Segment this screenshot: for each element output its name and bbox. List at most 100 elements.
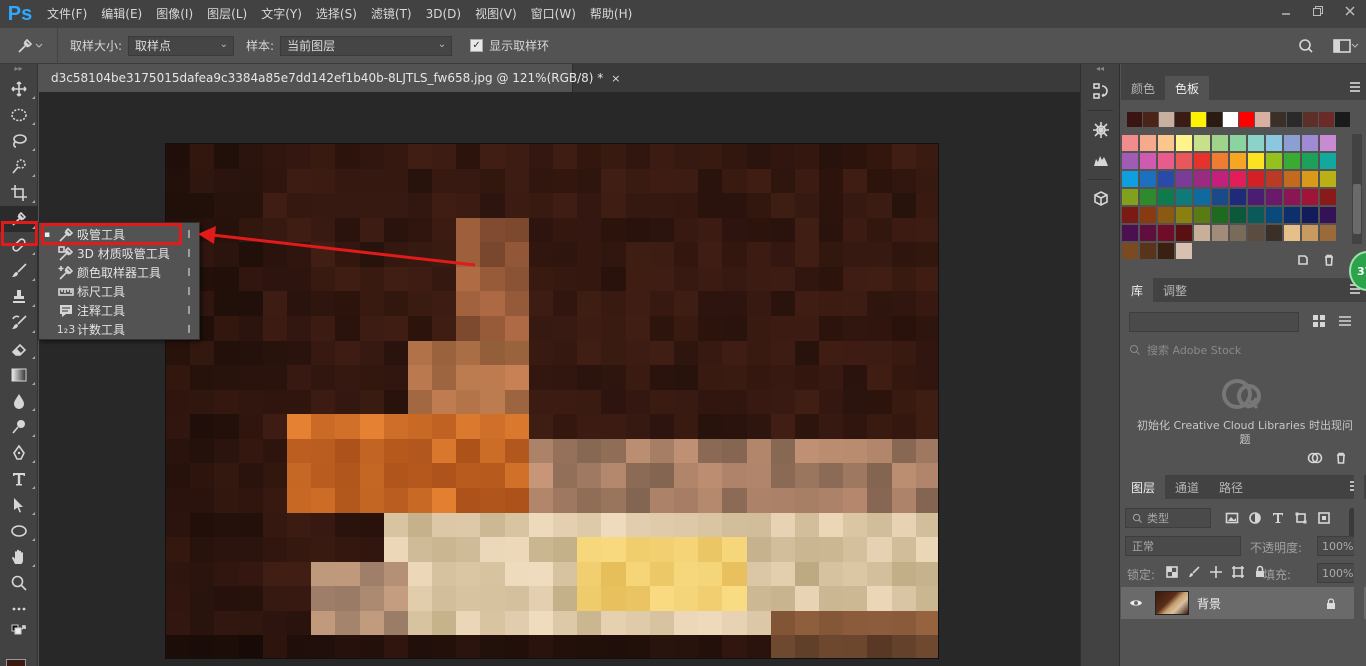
swatch[interactable] (1121, 152, 1139, 170)
swatch[interactable] (1229, 152, 1247, 170)
swatch[interactable] (1207, 112, 1222, 127)
move-tool[interactable] (0, 76, 38, 102)
ellipse-tool[interactable] (0, 518, 38, 544)
swatch[interactable] (1303, 112, 1318, 127)
swatch[interactable] (1247, 134, 1265, 152)
swatch[interactable] (1193, 170, 1211, 188)
swatch[interactable] (1211, 206, 1229, 224)
pen-tool[interactable] (0, 440, 38, 466)
type-filter-icon[interactable] (1271, 511, 1285, 525)
sample-size-select[interactable]: 取样点 ⌄ (128, 35, 235, 56)
swatch[interactable] (1121, 242, 1139, 260)
swatch[interactable] (1175, 188, 1193, 206)
menu-filter[interactable]: 滤镜(T) (364, 0, 419, 28)
swatch[interactable] (1319, 188, 1337, 206)
swatch[interactable] (1211, 152, 1229, 170)
flyout-ruler[interactable]: 标尺工具 I (39, 282, 199, 301)
swatch[interactable] (1193, 206, 1211, 224)
new-swatch-icon[interactable] (1297, 254, 1309, 266)
swatch[interactable] (1335, 112, 1350, 127)
menu-type[interactable]: 文字(Y) (254, 0, 309, 28)
history-brush-tool[interactable] (0, 310, 38, 336)
swatch[interactable] (1319, 224, 1337, 242)
grid-view-icon[interactable] (1311, 313, 1327, 329)
menu-layer[interactable]: 图层(L) (200, 0, 254, 28)
tab-swatches[interactable]: 色板 (1165, 76, 1210, 100)
tool-preset-picker[interactable] (0, 27, 58, 64)
swatch[interactable] (1239, 112, 1254, 127)
swatch[interactable] (1265, 134, 1283, 152)
swatch[interactable] (1283, 152, 1301, 170)
swatch[interactable] (1265, 206, 1283, 224)
swatch[interactable] (1159, 112, 1174, 127)
swatch[interactable] (1193, 224, 1211, 242)
swatch[interactable] (1247, 170, 1265, 188)
trash-icon[interactable] (1335, 452, 1347, 464)
histogram-panel-button[interactable] (1081, 145, 1121, 175)
eyedropper-tool[interactable] (0, 206, 38, 232)
swatch[interactable] (1283, 206, 1301, 224)
blend-mode-select[interactable]: 正常 (1125, 536, 1241, 556)
shape-filter-icon[interactable] (1294, 511, 1308, 525)
swatch[interactable] (1121, 224, 1139, 242)
menu-help[interactable]: 帮助(H) (583, 0, 639, 28)
lock-pixels-icon[interactable] (1187, 565, 1201, 579)
swatch[interactable] (1319, 152, 1337, 170)
swatch[interactable] (1229, 170, 1247, 188)
swatch[interactable] (1139, 170, 1157, 188)
cc-sync-icon[interactable] (1307, 452, 1323, 464)
swatch[interactable] (1283, 170, 1301, 188)
layer-filter-select[interactable]: 类型 (1125, 508, 1211, 528)
swatch[interactable] (1283, 134, 1301, 152)
menu-3d[interactable]: 3D(D) (419, 0, 468, 28)
marquee-tool[interactable] (0, 102, 38, 128)
edit-toolbar-button[interactable] (0, 596, 38, 622)
layers-scrollbar[interactable] (1354, 475, 1364, 666)
tab-adjustments[interactable]: 调整 (1153, 278, 1197, 302)
sample-select[interactable]: 当前图层 ⌄ (280, 35, 453, 56)
quick-selection-tool[interactable] (0, 154, 38, 180)
layer-row-background[interactable]: 背景 (1121, 587, 1366, 619)
swatch[interactable] (1229, 188, 1247, 206)
swatch[interactable] (1143, 112, 1158, 127)
menu-view[interactable]: 视图(V) (468, 0, 524, 28)
swatch[interactable] (1319, 206, 1337, 224)
close-tab-icon[interactable]: × (611, 72, 620, 85)
minimize-button[interactable] (1270, 0, 1302, 22)
flyout-eyedropper[interactable]: ▪ 吸管工具 I (39, 225, 199, 244)
swatch[interactable] (1211, 224, 1229, 242)
swatch[interactable] (1139, 206, 1157, 224)
swatch[interactable] (1191, 112, 1206, 127)
swatch[interactable] (1193, 188, 1211, 206)
swatch[interactable] (1265, 224, 1283, 242)
swatch[interactable] (1301, 134, 1319, 152)
list-view-icon[interactable] (1337, 313, 1353, 329)
panel-grip[interactable]: ◂◂ (1081, 64, 1119, 76)
zoom-tool[interactable] (0, 570, 38, 596)
swatch[interactable] (1121, 134, 1139, 152)
swatch[interactable] (1319, 112, 1334, 127)
swatch[interactable] (1121, 206, 1139, 224)
lasso-tool[interactable] (0, 128, 38, 154)
dodge-tool[interactable] (0, 414, 38, 440)
swatch[interactable] (1223, 112, 1238, 127)
crop-tool[interactable] (0, 180, 38, 206)
swatch[interactable] (1287, 112, 1302, 127)
flyout-note[interactable]: 注释工具 I (39, 301, 199, 320)
swatch[interactable] (1301, 170, 1319, 188)
swatch[interactable] (1157, 134, 1175, 152)
swatch[interactable] (1319, 170, 1337, 188)
path-selection-tool[interactable] (0, 492, 38, 518)
workspace-switcher[interactable] (1326, 39, 1366, 53)
swatch[interactable] (1319, 134, 1337, 152)
library-select[interactable] (1129, 312, 1299, 332)
swatch[interactable] (1229, 206, 1247, 224)
swatch[interactable] (1175, 170, 1193, 188)
menu-select[interactable]: 选择(S) (309, 0, 364, 28)
swatch[interactable] (1175, 152, 1193, 170)
brush-tool[interactable] (0, 258, 38, 284)
trash-icon[interactable] (1323, 254, 1335, 266)
adjustment-filter-icon[interactable] (1248, 511, 1262, 525)
flyout-count[interactable]: 1₂3 计数工具 I (39, 320, 199, 339)
swatch[interactable] (1139, 224, 1157, 242)
